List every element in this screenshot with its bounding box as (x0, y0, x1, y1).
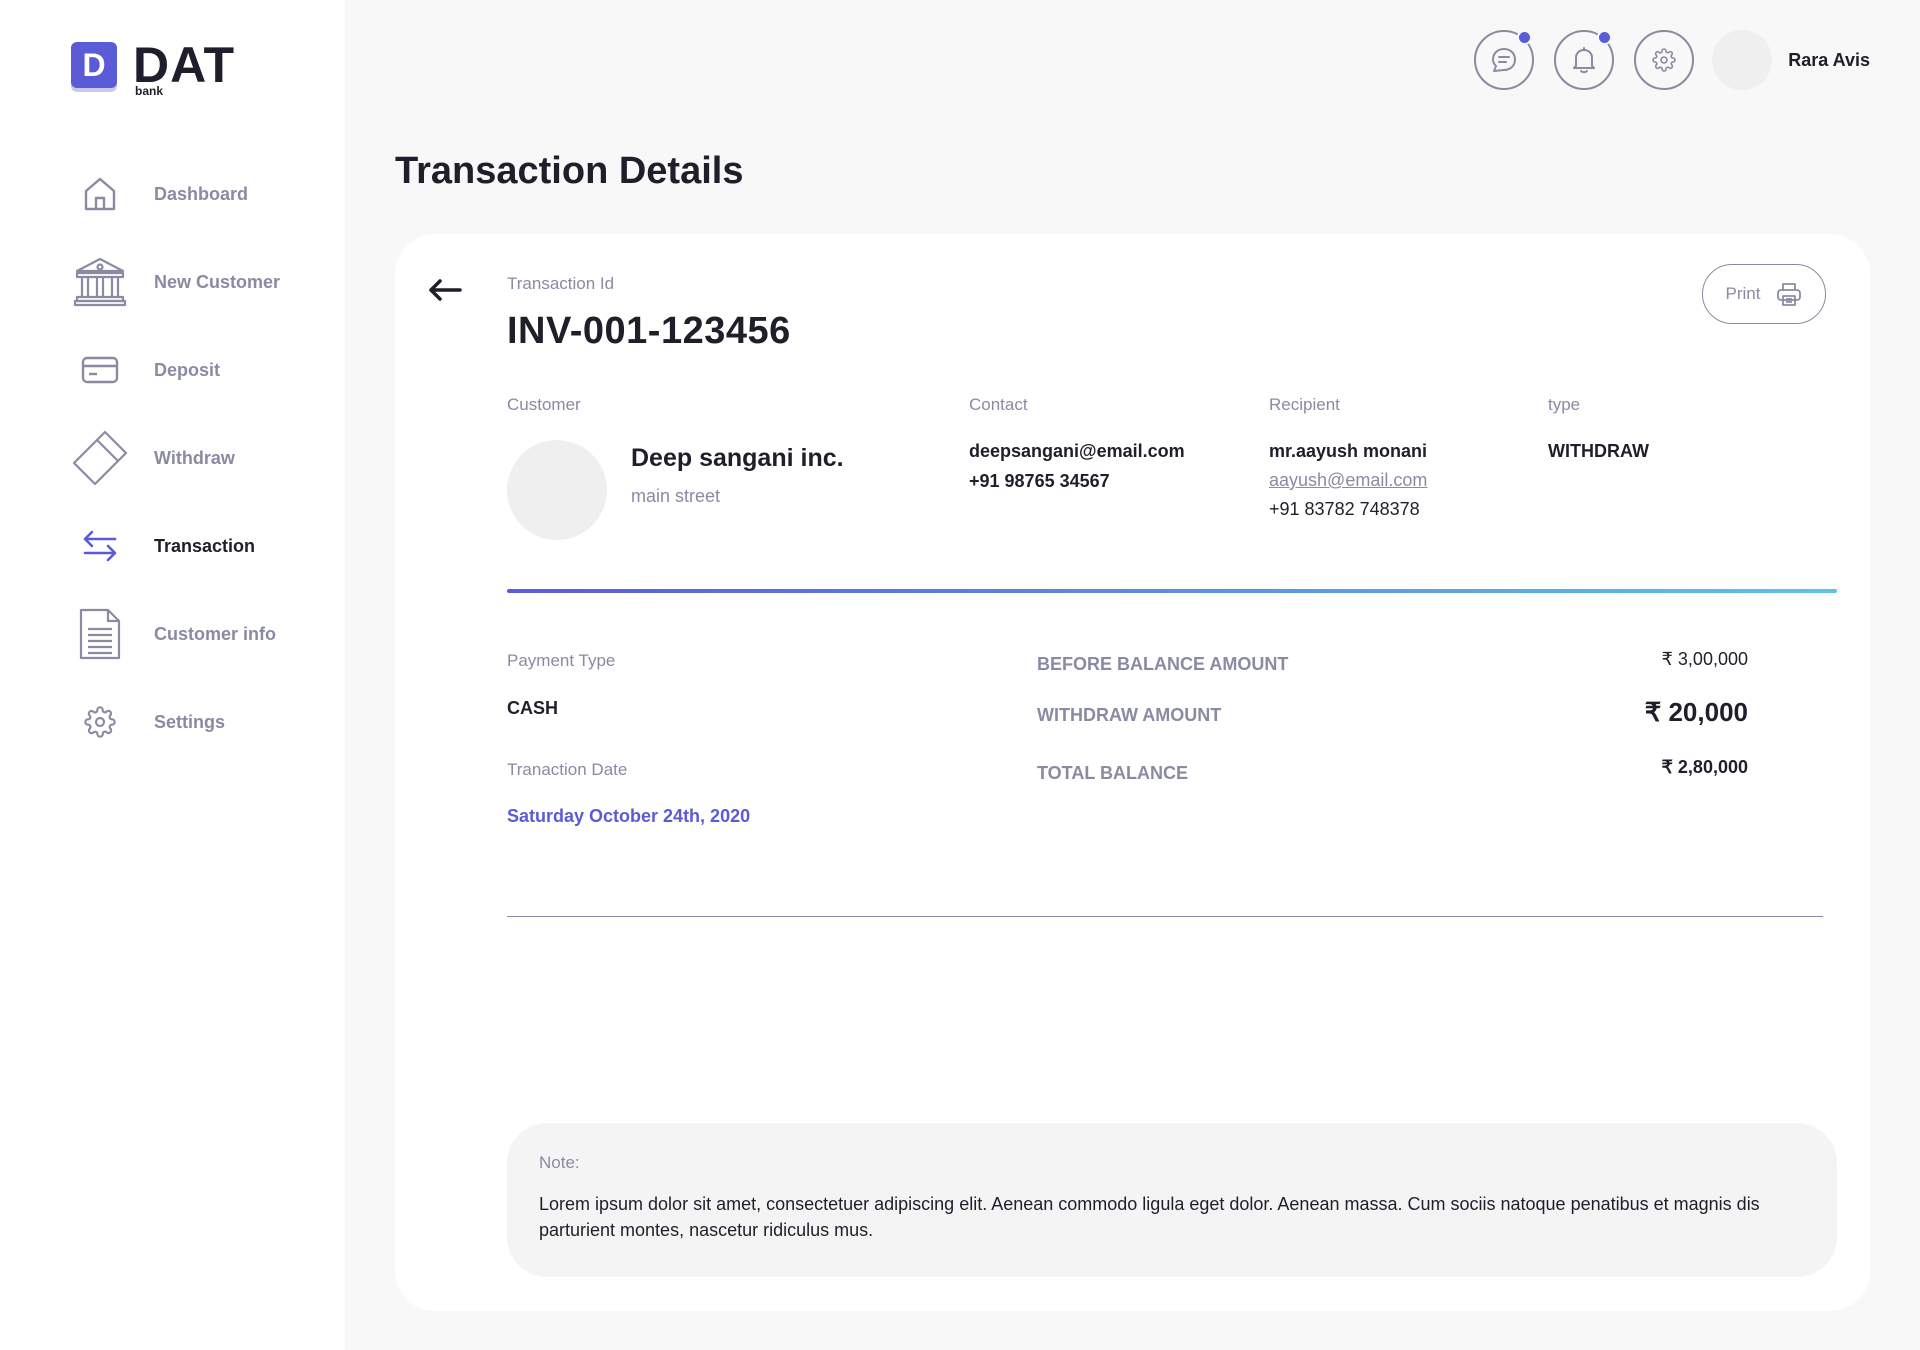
contact-label: Contact (969, 395, 1028, 414)
transaction-card: Transaction Id INV-001-123456 Print Cust… (395, 234, 1870, 1311)
top-bar: Rara Avis (1454, 30, 1870, 90)
note-text: Lorem ipsum dolor sit amet, consectetuer… (539, 1194, 1760, 1240)
chat-icon (1492, 48, 1517, 72)
avatar[interactable] (1712, 30, 1773, 90)
divider (507, 916, 1823, 917)
gear-icon (70, 692, 130, 752)
sidebar-item-customer-info[interactable]: Customer info (70, 590, 280, 678)
sidebar-item-withdraw[interactable]: Withdraw (70, 414, 280, 502)
arrow-left-icon (429, 279, 462, 301)
recipient-name: mr.aayush monani (1269, 441, 1428, 461)
logo-sub: bank (135, 84, 164, 98)
recipient-email-link[interactable]: aayush@email.com (1269, 470, 1427, 491)
sidebar-item-label: Settings (154, 711, 226, 732)
transaction-id: INV-001-123456 (507, 310, 791, 352)
sidebar-item-label: Transaction (154, 535, 256, 556)
recipient-label: Recipient (1269, 395, 1340, 414)
sidebar-item-label: Customer info (154, 623, 277, 644)
sidebar-item-deposit[interactable]: Deposit (70, 326, 280, 414)
sidebar-item-label: Dashboard (154, 183, 249, 204)
transfer-arrows-icon (70, 516, 130, 576)
note-label: Note: (539, 1153, 580, 1172)
transaction-id-label: Transaction Id (507, 274, 615, 293)
customer-label: Customer (507, 395, 581, 414)
page-title: Transaction Details (395, 150, 744, 192)
contact-phone: +91 98765 34567 (969, 471, 1110, 491)
before-balance-value: ₹ 3,00,000 (1661, 649, 1748, 669)
sidebar-item-label: New Customer (154, 271, 281, 292)
sidebar-item-transaction[interactable]: Transaction (70, 502, 280, 590)
recipient-phone: +91 83782 748378 (1269, 499, 1420, 519)
messages-button[interactable] (1474, 30, 1535, 90)
notifications-button[interactable] (1554, 30, 1615, 90)
logo-mark: D (71, 42, 117, 88)
type-value: WITHDRAW (1548, 441, 1649, 461)
user-name[interactable]: Rara Avis (1788, 50, 1870, 71)
back-button[interactable] (425, 270, 465, 310)
sidebar-item-label: Deposit (154, 359, 221, 380)
sidebar-item-new-customer[interactable]: New Customer (70, 238, 280, 326)
print-label: Print (1725, 284, 1761, 303)
transaction-date-label: Tranaction Date (507, 760, 628, 779)
before-balance-label: BEFORE BALANCE AMOUNT (1037, 654, 1289, 674)
total-balance-value: ₹ 2,80,000 (1661, 757, 1748, 777)
customer-address: main street (631, 486, 721, 506)
brand-logo[interactable]: D DAT bank (71, 37, 236, 98)
customer-name: Deep sangani inc. (631, 444, 844, 472)
print-button[interactable]: Print (1702, 264, 1826, 324)
sidebar-item-settings[interactable]: Settings (70, 678, 280, 766)
tag-icon (70, 428, 130, 488)
sidebar-nav: Dashboard New Customer Deposit Withdraw … (70, 150, 280, 766)
logo-name: DAT (133, 37, 236, 93)
withdraw-amount-value: ₹ 20,000 (1644, 697, 1748, 727)
settings-button[interactable] (1634, 30, 1695, 90)
transaction-date-value: Saturday October 24th, 2020 (507, 806, 751, 826)
logo-text: DAT bank (133, 37, 236, 98)
gear-icon (1652, 48, 1677, 72)
total-balance-label: TOTAL BALANCE (1037, 763, 1188, 783)
printer-icon (1777, 283, 1802, 306)
payment-type-value: CASH (507, 698, 559, 718)
sidebar: D DAT bank Dashboard New Customer Deposi… (0, 0, 345, 1350)
home-icon (70, 164, 130, 224)
payment-type-label: Payment Type (507, 651, 616, 670)
notification-dot (1597, 30, 1613, 45)
sidebar-item-label: Withdraw (154, 447, 235, 468)
bank-icon (70, 252, 130, 312)
withdraw-amount-label: WITHDRAW AMOUNT (1037, 705, 1222, 725)
type-label: type (1548, 395, 1581, 414)
card-icon (70, 340, 130, 400)
contact-email: deepsangani@email.com (969, 441, 1185, 461)
sidebar-item-dashboard[interactable]: Dashboard (70, 150, 280, 238)
notification-dot (1517, 30, 1533, 45)
customer-avatar (507, 440, 607, 540)
document-icon (70, 604, 130, 664)
note-box: Note: Lorem ipsum dolor sit amet, consec… (507, 1123, 1837, 1277)
bell-icon (1573, 47, 1596, 74)
section-divider (507, 589, 1837, 593)
